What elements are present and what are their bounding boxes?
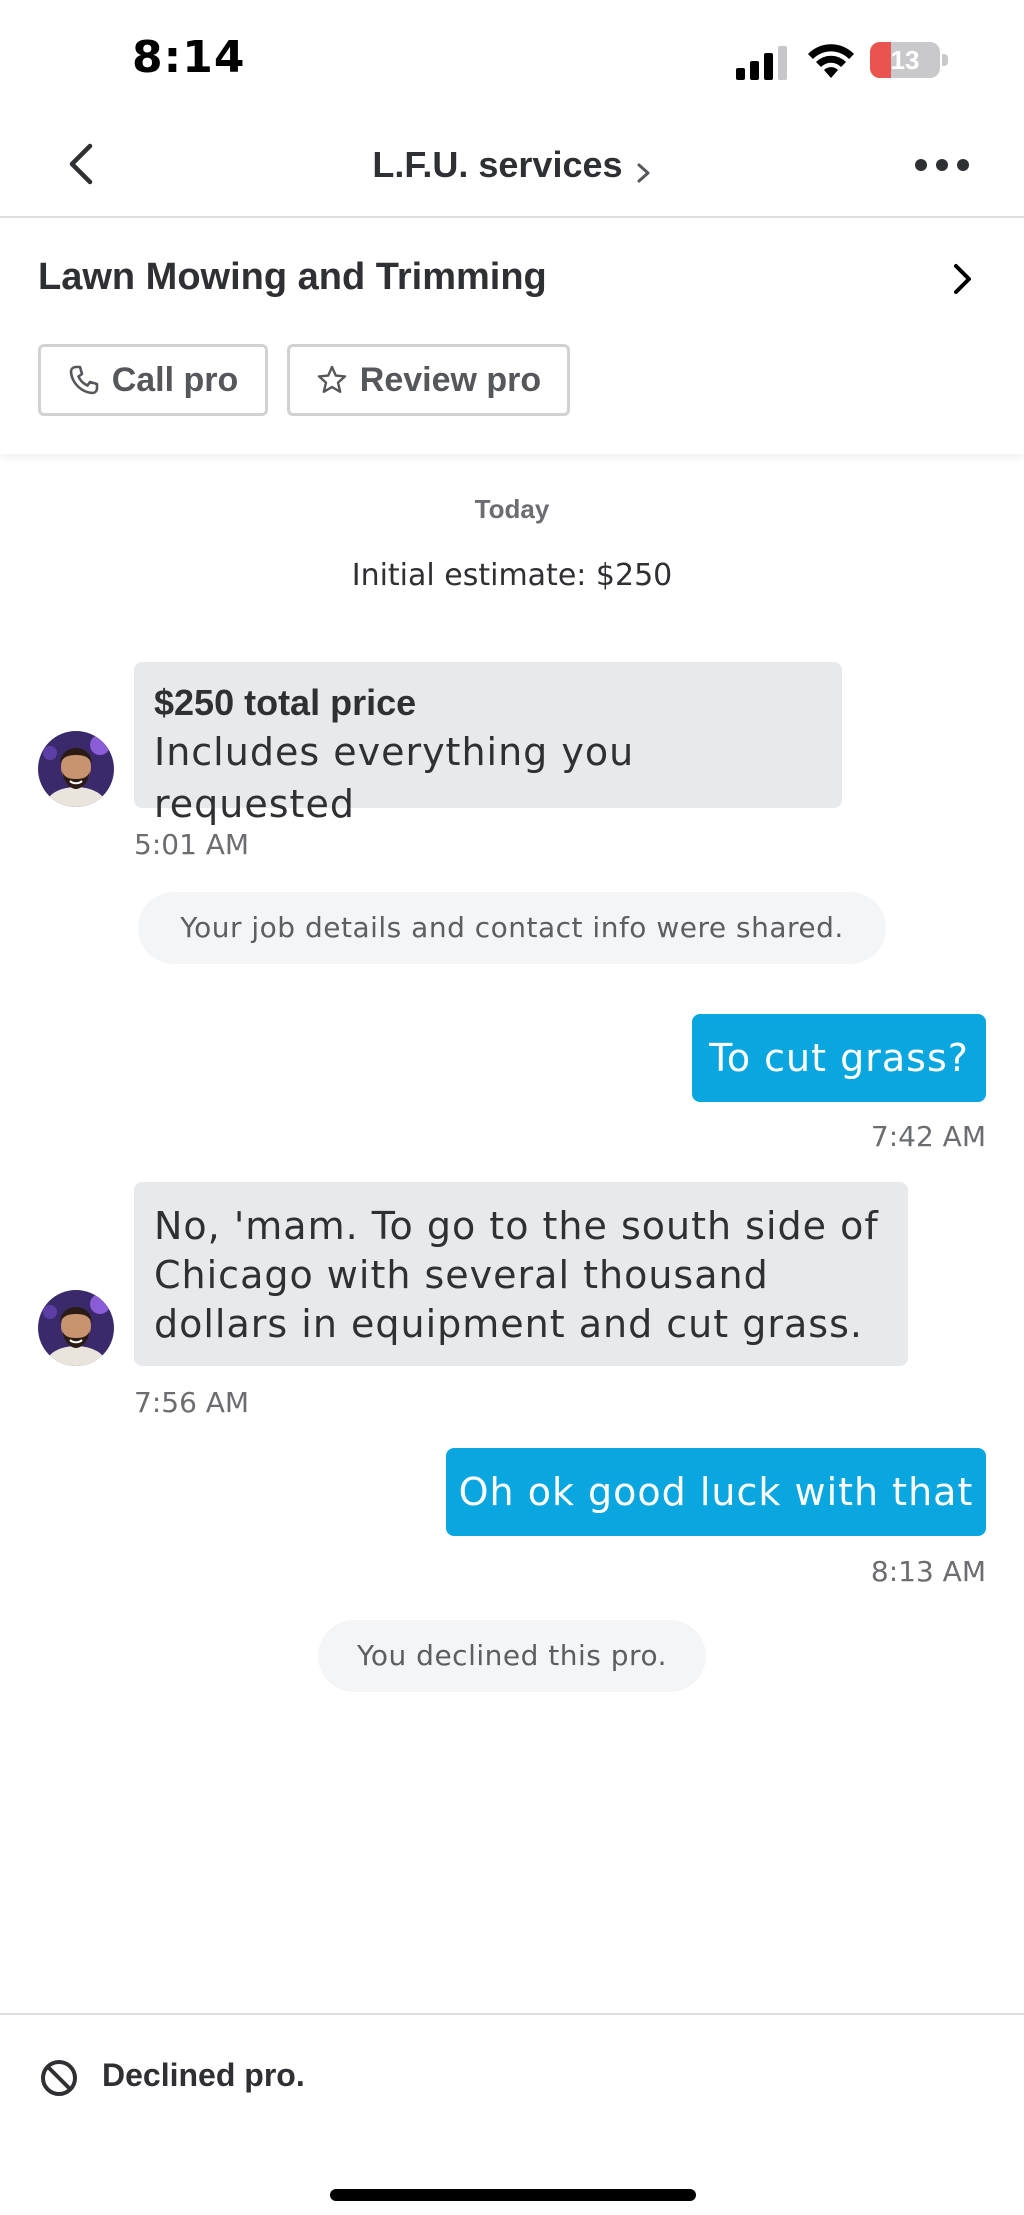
review-pro-label: Review pro — [359, 360, 542, 399]
chevron-right-icon — [637, 163, 650, 182]
day-label: Today — [474, 494, 550, 524]
message-time: 5:01 AM — [134, 828, 250, 861]
message-time: 7:42 AM — [870, 1120, 986, 1153]
message-bubble-me: Oh ok good luck with that — [446, 1448, 986, 1536]
nav-title: L.F.U. services — [372, 144, 623, 185]
call-pro-label: Call pro — [111, 360, 239, 399]
nav-title-link[interactable]: L.F.U. services — [0, 144, 1024, 186]
declined-status-text: Declined pro. — [102, 2057, 305, 2093]
battery-level: 13 — [890, 45, 920, 75]
avatar[interactable] — [38, 1290, 114, 1366]
message-title: $250 total price — [154, 682, 417, 723]
message-text: Includes everything you requested — [154, 730, 635, 826]
cellular-signal-icon — [736, 46, 787, 80]
message-bubble-pro: No, 'mam. To go to the south side of Chi… — [134, 1182, 908, 1366]
footer-status: Declined pro. — [0, 2013, 1024, 2215]
message-time: 7:56 AM — [134, 1386, 250, 1419]
initial-estimate: Initial estimate: $250 — [351, 558, 673, 593]
message-bubble-me: To cut grass? — [692, 1014, 986, 1102]
review-pro-button[interactable]: Review pro — [287, 344, 570, 416]
call-pro-button[interactable]: Call pro — [38, 344, 268, 416]
job-title[interactable]: Lawn Mowing and Trimming — [38, 256, 547, 299]
system-note: You declined this pro. — [318, 1620, 706, 1692]
ban-icon — [41, 2060, 77, 2096]
nav-bar: L.F.U. services — [0, 120, 1024, 218]
phone-icon — [69, 365, 99, 395]
chevron-right-icon[interactable] — [952, 262, 974, 296]
message-time: 8:13 AM — [870, 1555, 986, 1588]
star-icon — [317, 365, 346, 393]
job-header: Lawn Mowing and Trimming Call pro Review… — [0, 218, 1024, 454]
home-indicator[interactable] — [330, 2189, 696, 2201]
battery-indicator: 13 — [870, 42, 948, 78]
system-note: Your job details and contact info were s… — [138, 892, 886, 964]
wifi-icon — [808, 44, 854, 78]
status-bar: 8:14 13 — [0, 0, 1024, 120]
avatar[interactable] — [38, 731, 114, 807]
more-horizontal-icon[interactable] — [914, 158, 970, 172]
status-time: 8:14 — [132, 32, 246, 83]
message-bubble-pro: $250 total price Includes everything you… — [134, 662, 842, 826]
